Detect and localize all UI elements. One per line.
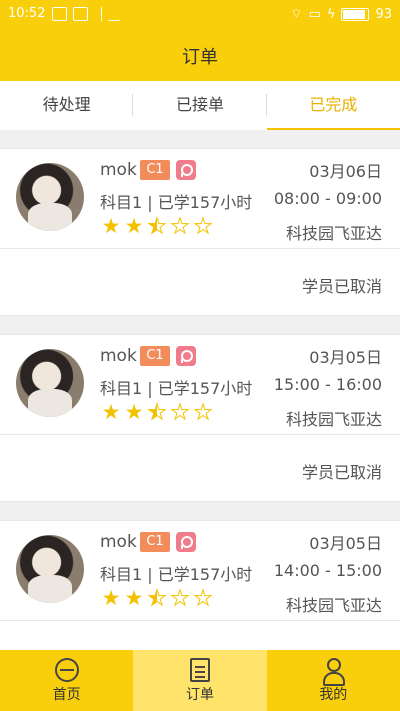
star-filled-icon: ★ (124, 214, 144, 238)
star-empty-icon: ★ (193, 400, 213, 424)
charging-icon: ϟ (326, 6, 336, 22)
star-empty-icon: ★ (193, 214, 213, 238)
nav-orders[interactable]: 订单 (133, 650, 267, 711)
tab-accepted[interactable]: 已接单 (133, 81, 267, 130)
order-status: 学员已取消 (301, 277, 382, 296)
order-date: 03月06日 (309, 162, 382, 181)
notification-icons (52, 7, 120, 21)
star-filled-icon: ★ (124, 400, 144, 424)
battery-level: 93 (375, 6, 392, 22)
order-date: 03月05日 (309, 534, 382, 553)
wifi-icon: ⌔ (290, 7, 303, 22)
divider (0, 434, 400, 435)
divider (0, 620, 400, 621)
star-half-icon: ★ (147, 214, 167, 238)
system-icons: ⌔ ▭ ϟ 93 (290, 6, 392, 23)
star-empty-icon: ★ (193, 586, 213, 610)
license-badge: C1 (140, 346, 170, 366)
tab-label: 已接单 (175, 95, 224, 114)
status-bar: 10:52 ⌔ ▭ ϟ 93 (0, 0, 400, 30)
license-badge: C1 (140, 160, 170, 180)
star-half-icon: ★ (147, 400, 167, 424)
star-filled-icon: ★ (101, 214, 121, 238)
subject-progress: 科目1 | 已学157小时 (100, 193, 253, 212)
order-time: 14:00 - 15:00 (273, 561, 382, 580)
order-time: 15:00 - 16:00 (273, 375, 382, 394)
star-filled-icon: ★ (101, 400, 121, 424)
image-icon (73, 7, 88, 21)
star-half-icon: ★ (147, 586, 167, 610)
usb-icon (94, 7, 102, 21)
tab-pending[interactable]: 待处理 (0, 81, 134, 130)
avatar (16, 349, 84, 417)
nav-label: 订单 (185, 687, 214, 703)
order-place: 科技园飞亚达 (285, 224, 382, 243)
order-status: 学员已取消 (301, 463, 382, 482)
order-date: 03月05日 (309, 348, 382, 367)
subject-progress: 科目1 | 已学157小时 (100, 565, 253, 584)
star-empty-icon: ★ (170, 400, 190, 424)
key-icon (176, 160, 196, 180)
order-card[interactable]: mok C1 科目1 | 已学157小时 ★ ★ ★ ★ ★ 03月05日 15:00 … (0, 334, 400, 502)
star-filled-icon: ★ (124, 586, 144, 610)
title-bar: 订单 (0, 30, 400, 81)
tab-label: 已完成 (309, 95, 358, 114)
notification-icon (52, 7, 67, 21)
key-icon (176, 346, 196, 366)
star-filled-icon: ★ (101, 586, 121, 610)
star-empty-icon: ★ (170, 586, 190, 610)
nav-profile[interactable]: 我的 (267, 650, 400, 711)
tab-completed[interactable]: 已完成 (266, 81, 400, 130)
call-icon (108, 7, 120, 21)
star-empty-icon: ★ (170, 214, 190, 238)
nav-label: 首页 (52, 687, 81, 703)
order-card[interactable]: mok C1 科目1 | 已学157小时 ★ ★ ★ ★ ★ 03月06日 08:00 … (0, 148, 400, 316)
rating-stars: ★ ★ ★ ★ ★ (100, 586, 214, 610)
avatar (16, 535, 84, 603)
rating-stars: ★ ★ ★ ★ ★ (100, 214, 214, 238)
subject-progress: 科目1 | 已学157小时 (100, 379, 253, 398)
nav-label: 我的 (319, 687, 348, 703)
order-time: 08:00 - 09:00 (273, 189, 382, 208)
steering-wheel-icon (54, 658, 79, 682)
order-tabs: 待处理 已接单 已完成 (0, 81, 400, 130)
bottom-nav: 首页 订单 我的 (0, 650, 400, 711)
student-name: mok (100, 160, 137, 180)
divider (0, 248, 400, 249)
battery-icon (341, 7, 370, 21)
student-name: mok (100, 346, 137, 366)
order-place: 科技园飞亚达 (285, 410, 382, 429)
student-name: mok (100, 532, 137, 552)
page-title: 订单 (182, 47, 218, 68)
user-icon (321, 658, 346, 686)
sim-icon: ▭ (308, 6, 321, 22)
order-list: mok C1 科目1 | 已学157小时 ★ ★ ★ ★ ★ 03月06日 08:00 … (0, 148, 400, 706)
key-icon (176, 532, 196, 552)
tab-label: 待处理 (42, 95, 91, 114)
rating-stars: ★ ★ ★ ★ ★ (100, 400, 214, 424)
avatar (16, 163, 84, 231)
nav-home[interactable]: 首页 (0, 650, 133, 711)
notebook-icon (189, 658, 210, 682)
license-badge: C1 (140, 532, 170, 552)
order-place: 科技园飞亚达 (285, 596, 382, 615)
status-time: 10:52 (8, 6, 46, 21)
